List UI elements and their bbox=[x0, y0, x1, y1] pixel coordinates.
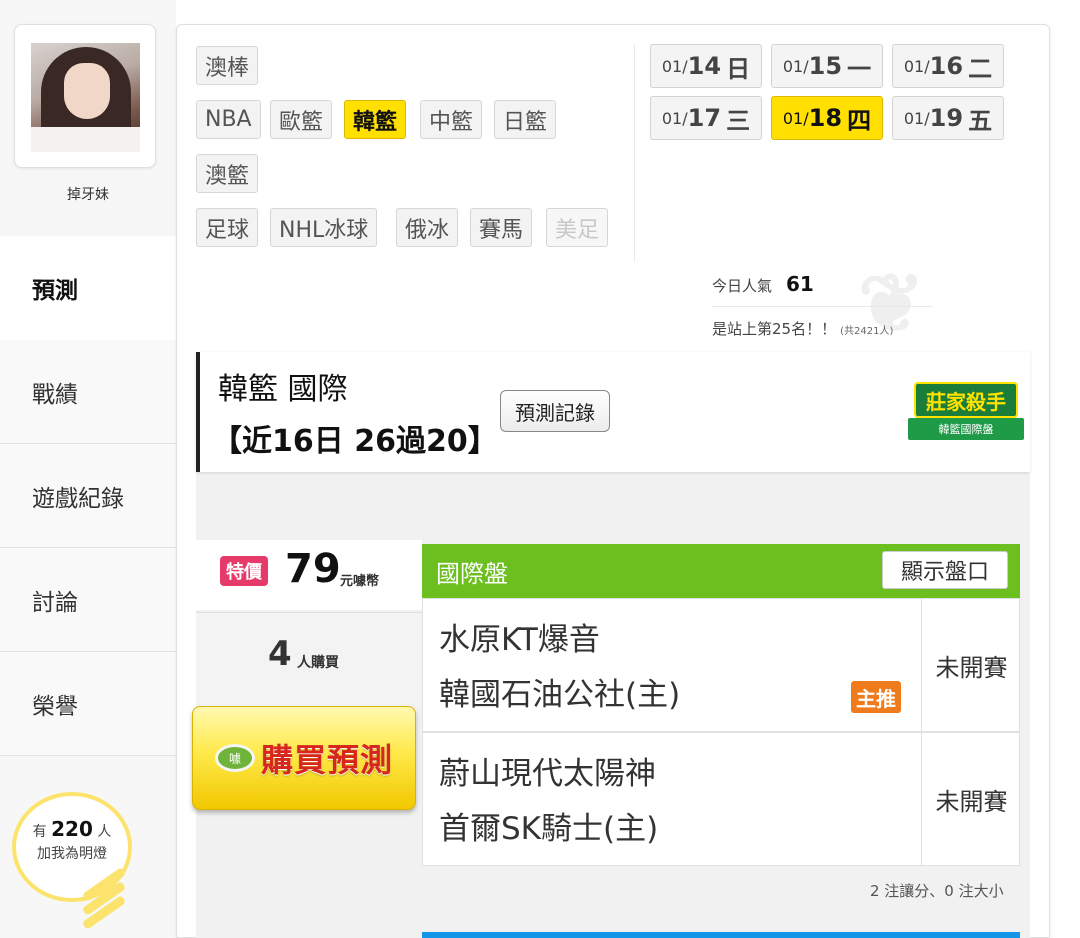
date-md: 01/ bbox=[903, 56, 930, 76]
divider bbox=[712, 306, 932, 307]
username[interactable]: 掉牙妹 bbox=[0, 184, 176, 204]
nav-item-discussion[interactable]: 討論 bbox=[0, 548, 176, 652]
fans-count-text[interactable]: 有 220 人 加我為明燈 bbox=[12, 818, 132, 865]
coin-icon: 噱 bbox=[214, 744, 255, 772]
tag-aus-baseball[interactable]: 澳棒 bbox=[196, 46, 259, 85]
popularity-value: 61 bbox=[786, 272, 814, 296]
tag-korea-basketball[interactable]: 韓籃 bbox=[344, 100, 407, 139]
rank-text: 是站上第25名！！ (共2421人) bbox=[712, 318, 893, 339]
date-0119[interactable]: 01/19 五 bbox=[892, 96, 1004, 140]
date-day: 18 bbox=[808, 104, 843, 132]
date-weekday: 四 bbox=[847, 106, 872, 135]
tag-euro-basketball[interactable]: 歐籃 bbox=[270, 100, 333, 139]
main-pick-badge: 主推 bbox=[851, 681, 901, 713]
tag-horse-racing[interactable]: 賽馬 bbox=[470, 208, 533, 247]
lightbulb-base-icon bbox=[80, 867, 128, 938]
special-price-badge: 特價 bbox=[220, 556, 268, 586]
away-team: 水原KT爆音 bbox=[439, 622, 600, 658]
match-status: 未開賽 bbox=[921, 733, 1021, 865]
pan-title: 國際盤 bbox=[436, 559, 508, 588]
match-row: 水原KT爆音 韓國石油公社(主) 主推 未開賽 bbox=[422, 598, 1020, 732]
date-0115[interactable]: 01/15 一 bbox=[771, 44, 883, 88]
price-unit: 元噱幣 bbox=[340, 574, 380, 589]
home-team: 首爾SK騎士(主) bbox=[439, 811, 659, 847]
badge-main-label: 莊家殺手 bbox=[914, 382, 1018, 418]
date-weekday: 一 bbox=[847, 54, 872, 83]
tag-nhl[interactable]: NHL冰球 bbox=[270, 208, 378, 247]
buyers-unit: 人購買 bbox=[297, 655, 339, 671]
tag-nba[interactable]: NBA bbox=[196, 100, 261, 139]
date-0114[interactable]: 01/14 日 bbox=[650, 44, 762, 88]
date-weekday: 日 bbox=[726, 54, 751, 83]
bet-summary: 2 注讓分、0 注大小 bbox=[870, 882, 1004, 900]
tag-russia-hockey[interactable]: 俄冰 bbox=[396, 208, 459, 247]
fans-prefix: 有 bbox=[32, 824, 47, 840]
date-md: 01/ bbox=[782, 56, 809, 76]
match-status: 未開賽 bbox=[921, 599, 1021, 731]
tag-japan-basketball[interactable]: 日籃 bbox=[494, 100, 557, 139]
fans-suffix: 人 bbox=[97, 824, 112, 840]
tag-american-football: 美足 bbox=[546, 208, 609, 247]
date-weekday: 三 bbox=[726, 106, 751, 135]
avatar[interactable] bbox=[31, 43, 140, 152]
away-team: 蔚山現代太陽神 bbox=[439, 756, 656, 792]
date-day: 17 bbox=[687, 104, 722, 132]
date-day: 19 bbox=[929, 104, 964, 132]
rank-total: (共2421人) bbox=[840, 326, 894, 337]
tag-aus-basketball[interactable]: 澳籃 bbox=[196, 154, 259, 193]
date-day: 16 bbox=[929, 52, 964, 80]
tag-china-basketball[interactable]: 中籃 bbox=[420, 100, 483, 139]
nav-item-game-log[interactable]: 遊戲紀錄 bbox=[0, 444, 176, 548]
nav-item-predict[interactable]: 預測 bbox=[0, 236, 176, 340]
bookie-killer-badge: 莊家殺手 韓籃國際盤 bbox=[906, 372, 1026, 450]
match-teams: 蔚山現代太陽神 首爾SK騎士(主) bbox=[439, 747, 658, 857]
match-teams: 水原KT爆音 韓國石油公社(主) bbox=[439, 613, 680, 723]
popularity: 今日人氣 61 bbox=[712, 272, 814, 296]
buyers-count: 4 bbox=[268, 634, 292, 674]
date-weekday: 二 bbox=[968, 54, 993, 83]
date-0118[interactable]: 01/18 四 bbox=[771, 96, 883, 140]
match-row: 蔚山現代太陽神 首爾SK騎士(主) 未開賽 bbox=[422, 732, 1020, 866]
date-md: 01/ bbox=[661, 108, 688, 128]
next-section-bar bbox=[422, 932, 1020, 938]
date-day: 15 bbox=[808, 52, 843, 80]
nav-item-record[interactable]: 戰績 bbox=[0, 340, 176, 444]
sidebar: 掉牙妹 預測 戰績 遊戲紀錄 討論 榮譽 有 220 人 加我為明燈 bbox=[0, 0, 176, 938]
home-team: 韓國石油公社(主) bbox=[439, 677, 681, 713]
popularity-label: 今日人氣 bbox=[712, 277, 773, 295]
date-0116[interactable]: 01/16 二 bbox=[892, 44, 1004, 88]
date-md: 01/ bbox=[782, 108, 809, 128]
avatar-shirt bbox=[31, 127, 140, 152]
page: 掉牙妹 預測 戰績 遊戲紀錄 討論 榮譽 有 220 人 加我為明燈 澳棒 NB… bbox=[0, 0, 1080, 938]
nav-item-honor[interactable]: 榮譽 bbox=[0, 652, 176, 756]
date-md: 01/ bbox=[903, 108, 930, 128]
date-md: 01/ bbox=[661, 56, 688, 76]
date-0117[interactable]: 01/17 三 bbox=[650, 96, 762, 140]
avatar-card[interactable] bbox=[14, 24, 156, 168]
show-odds-button[interactable]: 顯示盤口 bbox=[882, 551, 1008, 589]
badge-sub-label: 韓籃國際盤 bbox=[908, 418, 1024, 440]
fans-count: 220 bbox=[51, 817, 93, 841]
buy-prediction-button[interactable]: 噱 購買預測 bbox=[192, 706, 416, 810]
fans-line2: 加我為明燈 bbox=[37, 846, 107, 862]
buy-prediction-label: 購買預測 bbox=[260, 741, 393, 779]
date-weekday: 五 bbox=[968, 106, 993, 135]
divider bbox=[634, 44, 635, 262]
price-value: 79 bbox=[285, 546, 341, 592]
rank-label: 是站上第25名！！ bbox=[712, 320, 837, 338]
league-title: 韓籃 國際 bbox=[218, 372, 348, 407]
date-day: 14 bbox=[687, 52, 722, 80]
tag-soccer[interactable]: 足球 bbox=[196, 208, 259, 247]
avatar-face bbox=[64, 63, 110, 119]
league-record: 【近16日 26過20】 bbox=[212, 424, 498, 459]
prediction-history-button[interactable]: 預測記錄 bbox=[500, 390, 610, 432]
